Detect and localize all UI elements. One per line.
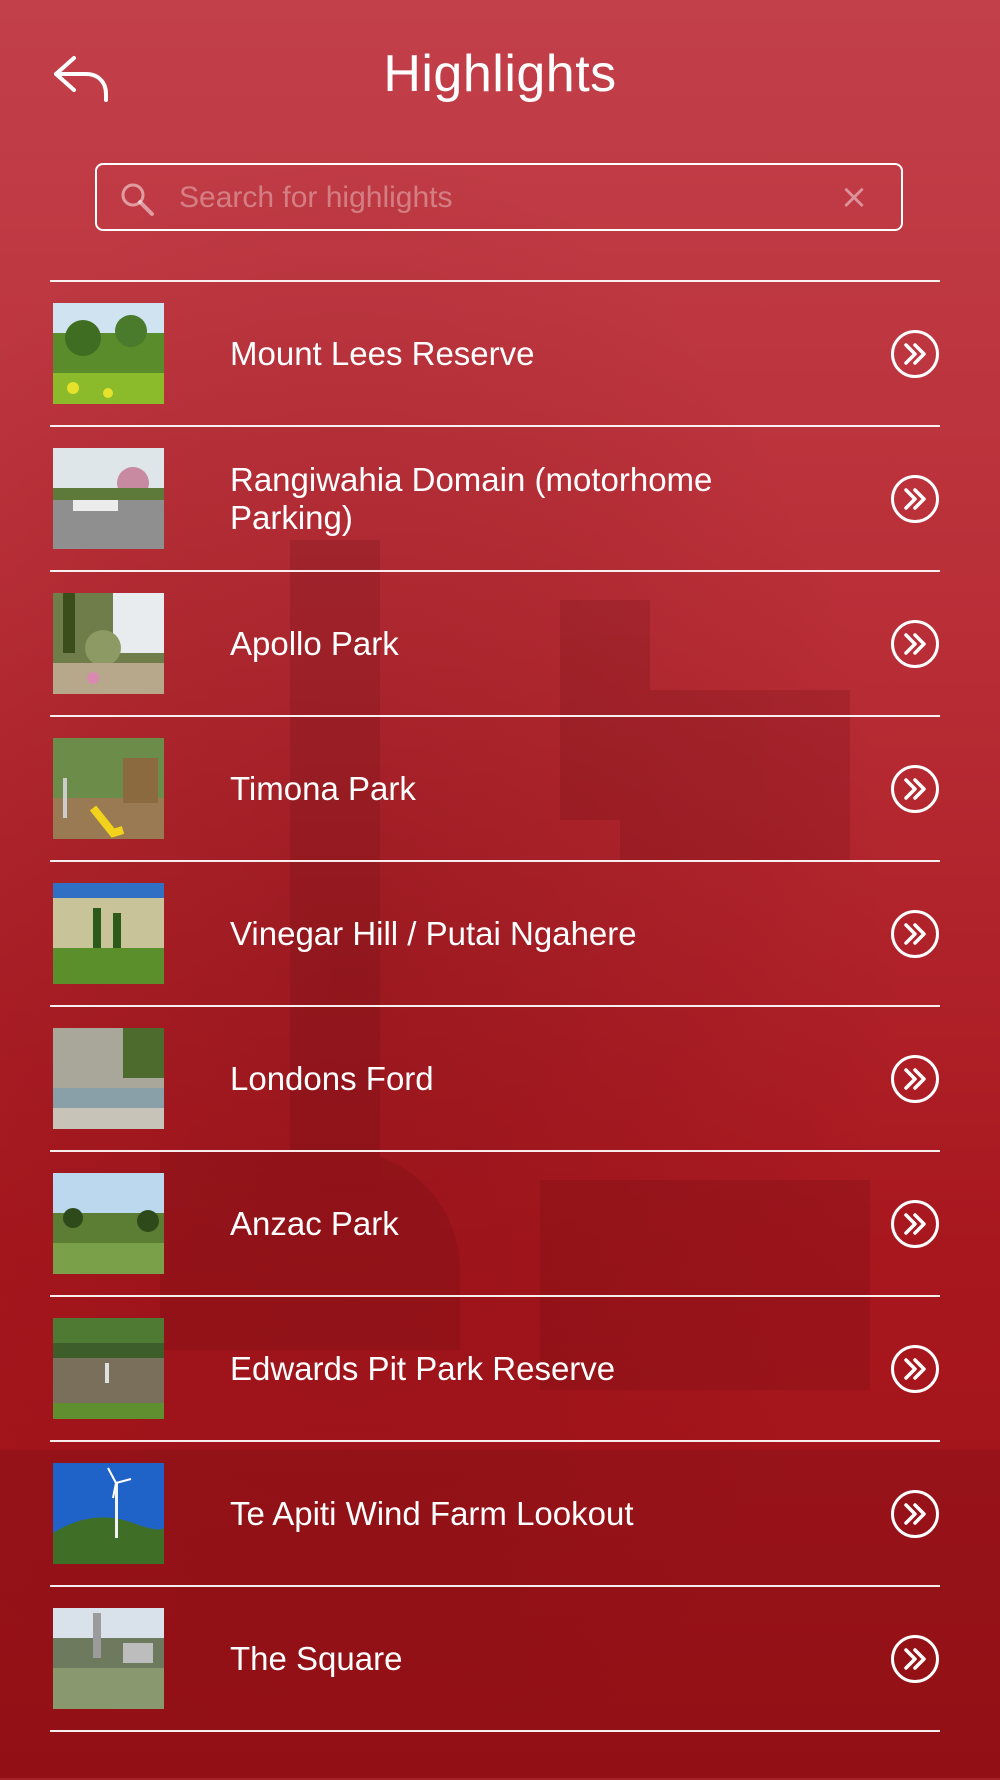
chevron-double-right-icon[interactable]: [890, 1489, 940, 1539]
list-item-the-square[interactable]: The Square: [50, 1587, 940, 1732]
chevron-double-right-icon[interactable]: [890, 1344, 940, 1394]
list-item-timona-park[interactable]: Timona Park: [50, 717, 940, 862]
item-label: Apollo Park: [230, 624, 399, 662]
chevron-double-right-icon[interactable]: [890, 474, 940, 524]
search-icon: [121, 183, 154, 216]
item-label: Rangiwahia Domain (motorhome Parking): [230, 460, 713, 536]
search-input[interactable]: [177, 165, 821, 231]
thumbnail-image: [53, 1173, 164, 1274]
item-label: Mount Lees Reserve: [230, 334, 535, 372]
thumbnail-image: [53, 1463, 164, 1564]
chevron-double-right-icon[interactable]: [890, 1054, 940, 1104]
item-label: Timona Park: [230, 769, 416, 807]
highlights-list: Mount Lees Reserve Rangiwahia Domain (mo…: [50, 280, 940, 1732]
thumbnail-image: [53, 738, 164, 839]
header: Highlights: [0, 0, 1000, 160]
search-bar: ×: [95, 163, 903, 231]
item-label: The Square: [230, 1639, 403, 1677]
thumbnail-image: [53, 303, 164, 404]
thumbnail-image: [53, 883, 164, 984]
list-item-edwards-pit-park-reserve[interactable]: Edwards Pit Park Reserve: [50, 1297, 940, 1442]
list-item-apollo-park[interactable]: Apollo Park: [50, 572, 940, 717]
list-item-anzac-park[interactable]: Anzac Park: [50, 1152, 940, 1297]
list-item-rangiwahia-domain[interactable]: Rangiwahia Domain (motorhome Parking): [50, 427, 940, 572]
chevron-double-right-icon[interactable]: [890, 619, 940, 669]
thumbnail-image: [53, 448, 164, 549]
chevron-double-right-icon[interactable]: [890, 1634, 940, 1684]
chevron-double-right-icon[interactable]: [890, 329, 940, 379]
item-label: Anzac Park: [230, 1204, 399, 1242]
item-label: Edwards Pit Park Reserve: [230, 1349, 616, 1387]
thumbnail-image: [53, 593, 164, 694]
item-label: Te Apiti Wind Farm Lookout: [230, 1494, 634, 1532]
list-item-vinegar-hill[interactable]: Vinegar Hill / Putai Ngahere: [50, 862, 940, 1007]
chevron-double-right-icon[interactable]: [890, 1199, 940, 1249]
clear-search-button[interactable]: ×: [837, 179, 871, 215]
thumbnail-image: [53, 1318, 164, 1419]
thumbnail-image: [53, 1028, 164, 1129]
page-title: Highlights: [383, 45, 617, 103]
thumbnail-image: [53, 1608, 164, 1709]
item-label: Vinegar Hill / Putai Ngahere: [230, 914, 637, 952]
chevron-double-right-icon[interactable]: [890, 764, 940, 814]
list-item-londons-ford[interactable]: Londons Ford: [50, 1007, 940, 1152]
chevron-double-right-icon[interactable]: [890, 909, 940, 959]
list-item-mount-lees-reserve[interactable]: Mount Lees Reserve: [50, 282, 940, 427]
item-label: Londons Ford: [230, 1059, 434, 1097]
list-item-te-apiti-wind-farm-lookout[interactable]: Te Apiti Wind Farm Lookout: [50, 1442, 940, 1587]
